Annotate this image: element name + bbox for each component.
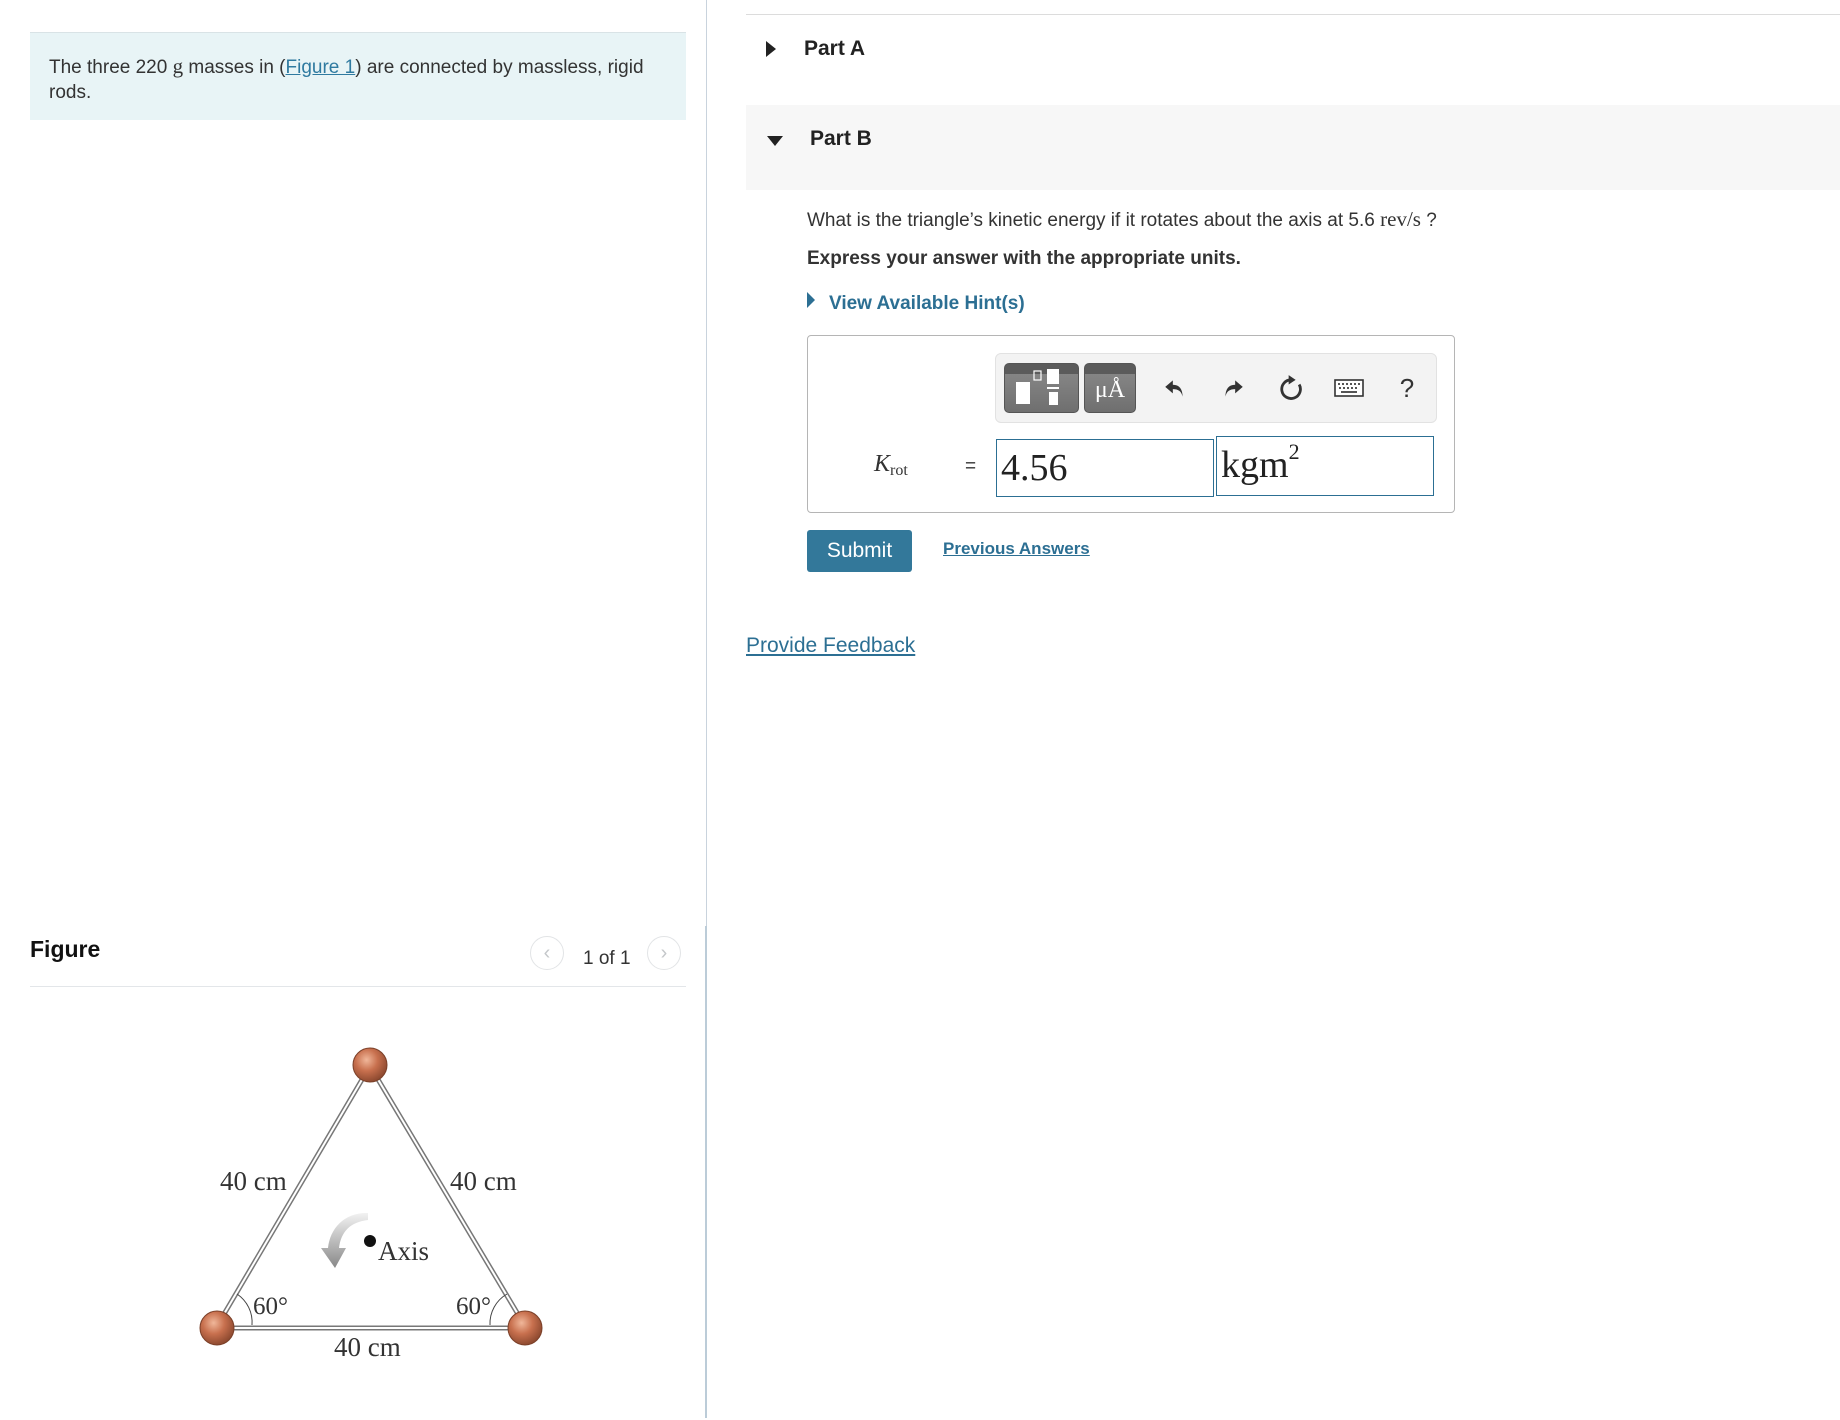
redo-icon [1225,380,1243,397]
rods [214,1064,528,1331]
right-side-length: 40 cm [450,1166,517,1196]
hint-label: View Available Hint(s) [829,293,1025,314]
unit-base: kgm [1221,444,1289,486]
question-text: What is the triangle’s kinetic energy if… [807,207,1437,232]
variable-subscript: rot [890,462,908,479]
templates-icon [1016,369,1059,405]
triangle-figure: Axis 40 cm 40 cm 40 cm 60° 60° [199,1047,543,1362]
keyboard-button[interactable] [1331,370,1367,406]
angle-arc-left [236,1293,253,1326]
reset-button[interactable] [1273,370,1309,406]
rotation-arrow-icon [321,1212,368,1268]
figure-divider [30,986,686,987]
rotation-unit: rev/s [1380,207,1421,231]
prev-figure-button[interactable]: ‹ [530,936,564,970]
mass-bottom-right [507,1310,543,1346]
answer-unit-input[interactable]: kgm2 [1216,436,1434,496]
bottom-side-length: 40 cm [334,1332,401,1362]
part-b-label: Part B [810,127,872,150]
submit-button[interactable]: Submit [807,530,912,572]
variable-symbol: K [874,451,891,477]
help-button[interactable]: ? [1389,370,1425,406]
mass-unit: g [172,54,184,78]
figure-page-indicator: 1 of 1 [583,948,631,969]
rod-right-inner [369,1065,526,1327]
mass-bottom-left [199,1310,235,1346]
intro-text: The three 220 [49,57,173,78]
figure-title: Figure [30,936,101,962]
unit-exponent: 2 [1288,439,1300,464]
right-angle-label: 60° [456,1293,491,1320]
figure-link[interactable]: Figure 1 [286,57,356,78]
part-b-header[interactable]: Part B [746,105,1840,190]
question-body: What is the triangle’s kinetic energy if… [807,210,1381,231]
problem-pane: The three 220 g masses in (Figure 1) are… [0,0,706,1418]
pane-scrollbar[interactable] [705,926,707,1418]
answer-value-input[interactable]: 4.56 [996,439,1214,497]
intro-text: masses in ( [183,57,286,78]
axis-dot [364,1235,376,1247]
chevron-right-icon: › [660,941,668,964]
templates-button[interactable] [1004,363,1079,413]
axis-label: Axis [378,1236,429,1266]
undo-button[interactable] [1157,370,1193,406]
answer-instruction: Express your answer with the appropriate… [807,248,1241,269]
caret-down-icon [767,136,783,146]
rod-left-inner [216,1065,371,1327]
symbols-button[interactable]: μÅ [1084,363,1136,413]
next-figure-button[interactable]: › [647,936,681,970]
answer-box: μÅ ? Krot = 4.56 kgm2 [807,335,1455,513]
chevron-left-icon: ‹ [543,941,551,964]
caret-right-icon [766,41,776,57]
mass-top [352,1047,388,1083]
part-a-header[interactable]: Part A [746,15,1840,105]
angle-arc-right [489,1293,508,1326]
question-suffix: ? [1420,210,1437,231]
pane-divider [706,0,707,926]
provide-feedback-link[interactable]: Provide Feedback [746,634,915,658]
part-a-label: Part A [804,37,866,60]
keyboard-icon [1334,379,1364,397]
reset-icon [1280,375,1302,400]
view-hints-toggle[interactable]: View Available Hint(s) [807,292,1025,315]
left-side-length: 40 cm [220,1166,287,1196]
redo-button[interactable] [1215,370,1251,406]
equals-sign: = [965,456,977,477]
caret-right-icon [807,292,815,308]
answer-variable: Krot [874,451,908,480]
previous-answers-link[interactable]: Previous Answers [943,539,1090,559]
problem-intro: The three 220 g masses in (Figure 1) are… [30,32,686,120]
question-pane: Part A Part B What is the triangle’s kin… [746,0,1840,1418]
undo-icon [1165,380,1183,397]
math-toolbar: μÅ ? [995,353,1437,423]
left-angle-label: 60° [253,1293,288,1320]
